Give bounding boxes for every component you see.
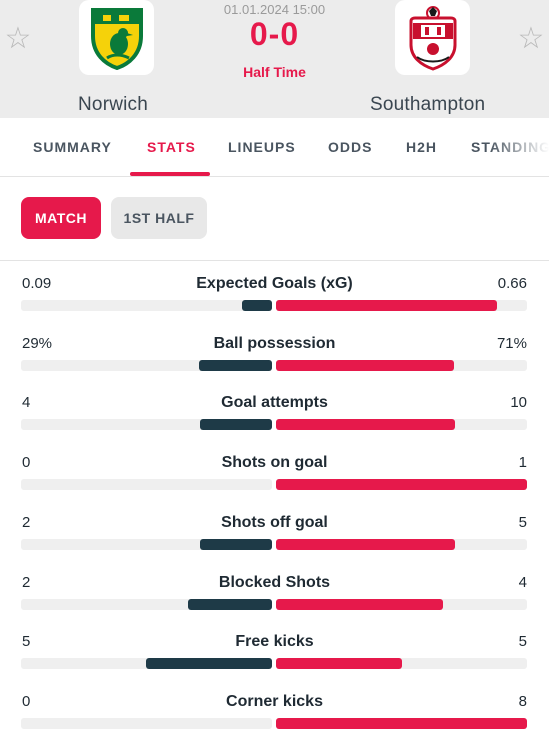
- stat-home-bar-track: [21, 539, 272, 550]
- match-status: Half Time: [243, 64, 306, 80]
- stat-label: Corner kicks: [226, 693, 323, 710]
- stat-label: Free kicks: [235, 633, 314, 650]
- period-match-button[interactable]: MATCH: [21, 197, 101, 239]
- stat-away-bar-track: [276, 539, 527, 550]
- tab-odds[interactable]: ODDS: [328, 139, 372, 155]
- stat-label: Shots off goal: [221, 514, 328, 531]
- stat-away-value: 0.66: [497, 275, 527, 292]
- stat-home-bar-track: [21, 658, 272, 669]
- stat-away-value: 71%: [496, 335, 527, 352]
- stat-away-bar-track: [276, 718, 527, 729]
- stat-home-bar-track: [21, 419, 272, 430]
- stat-home-bar-track: [21, 599, 272, 610]
- away-team-name[interactable]: Southampton: [370, 94, 485, 116]
- tab-stats[interactable]: STATS: [147, 139, 196, 155]
- stat-away-bar-track: [276, 658, 527, 669]
- stat-home-bar: [188, 599, 272, 610]
- stat-away-bar-track: [276, 300, 527, 311]
- stat-row: 4 Goal attempts 10: [0, 394, 549, 454]
- stat-home-bar-track: [21, 718, 272, 729]
- tab-h2h[interactable]: H2H: [406, 139, 437, 155]
- stat-row: 2 Shots off goal 5: [0, 514, 549, 574]
- stat-home-bar-track: [21, 479, 272, 490]
- stat-label: Ball possession: [213, 335, 336, 352]
- stat-away-value: 1: [518, 454, 527, 471]
- stat-away-value: 5: [518, 633, 527, 650]
- stat-away-bar: [276, 360, 454, 371]
- match-header: ☆ ☆ 01.01.2024 15:00 0-0 Half Time Norwi…: [0, 0, 549, 118]
- period-first-half-button[interactable]: 1ST HALF: [111, 197, 207, 239]
- stat-away-bar: [276, 539, 455, 550]
- stat-away-value: 4: [518, 574, 527, 591]
- stat-row: 0 Shots on goal 1: [0, 454, 549, 514]
- stat-away-bar: [276, 419, 455, 430]
- stat-row: 5 Free kicks 5: [0, 633, 549, 693]
- stat-home-bar: [242, 300, 272, 311]
- stat-row: 0.09 Expected Goals (xG) 0.66: [0, 275, 549, 335]
- active-tab-indicator: [130, 172, 210, 176]
- stat-away-value: 5: [518, 514, 527, 531]
- stat-away-value: 8: [518, 693, 527, 710]
- stat-home-bar: [146, 658, 272, 669]
- stat-label: Expected Goals (xG): [196, 275, 353, 292]
- tab-summary[interactable]: SUMMARY: [33, 139, 112, 155]
- stat-away-value: 10: [510, 394, 527, 411]
- stat-home-bar: [199, 360, 272, 371]
- section-divider: [0, 260, 549, 261]
- stat-home-bar-track: [21, 360, 272, 371]
- stat-away-bar: [276, 718, 527, 729]
- stat-home-bar: [200, 419, 272, 430]
- stat-label: Blocked Shots: [218, 574, 331, 591]
- stat-away-bar-track: [276, 360, 527, 371]
- stat-home-bar-track: [21, 300, 272, 311]
- stat-row: 0 Corner kicks 8: [0, 693, 549, 750]
- stat-row: 2 Blocked Shots 4: [0, 574, 549, 634]
- stat-label: Shots on goal: [221, 454, 328, 471]
- stat-away-bar: [276, 658, 402, 669]
- stat-away-bar: [276, 479, 527, 490]
- stat-away-bar-track: [276, 599, 527, 610]
- tab-lineups[interactable]: LINEUPS: [228, 139, 296, 155]
- stat-away-bar: [276, 599, 443, 610]
- stat-away-bar: [276, 300, 497, 311]
- stat-label: Goal attempts: [221, 394, 328, 411]
- match-score: 0-0: [249, 16, 300, 52]
- match-tabs: SUMMARY STATS LINEUPS ODDS H2H STANDINGS: [0, 118, 549, 177]
- stat-away-bar-track: [276, 479, 527, 490]
- home-team-name[interactable]: Norwich: [78, 94, 148, 116]
- stat-row: 29% Ball possession 71%: [0, 335, 549, 395]
- stat-home-bar: [200, 539, 272, 550]
- match-datetime: 01.01.2024 15:00: [223, 2, 326, 17]
- tabs-scroll-fade: [489, 118, 549, 176]
- stat-away-bar-track: [276, 419, 527, 430]
